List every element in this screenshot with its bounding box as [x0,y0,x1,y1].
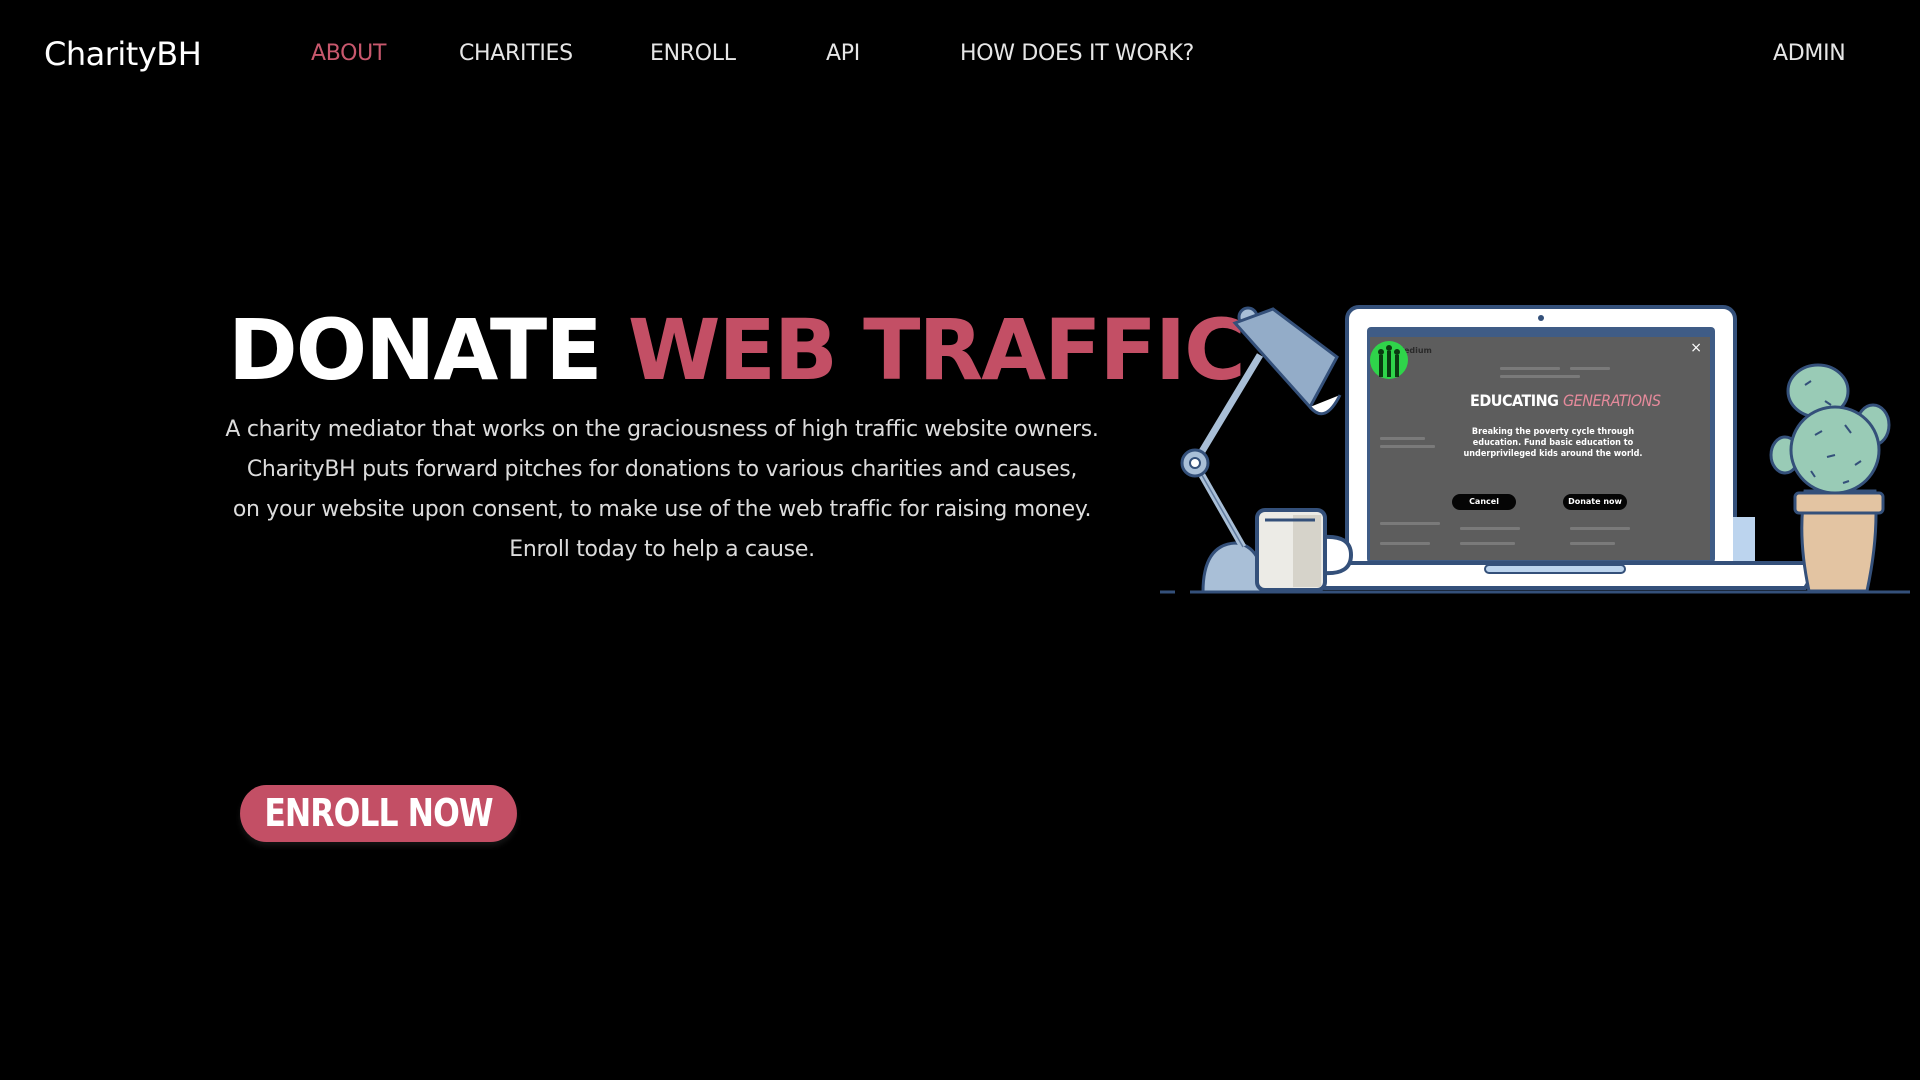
nav-link-how-it-works[interactable]: HOW DOES IT WORK? [960,40,1194,68]
popup-title-generations: GENERATIONS [1562,391,1661,410]
cactus-plant-icon [1769,363,1891,593]
nav-link-enroll[interactable]: ENROLL [650,40,736,68]
hero-illustration: Medium × EDUCATING GENERATIONS Breaking … [1155,295,1920,605]
description-line: on your website upon consent, to make us… [232,497,1092,522]
popup-cancel-button: Cancel [1452,494,1516,510]
headline-donate: DONATE [228,301,603,399]
nav-link-about[interactable]: ABOUT [311,40,386,68]
laptop-screen: Medium × EDUCATING GENERATIONS Breaking … [1370,337,1710,560]
enroll-now-button[interactable]: ENROLL NOW [240,785,517,842]
headline-web-traffic: WEB TRAFFIC [627,301,1246,399]
description-line: A charity mediator that works on the gra… [225,417,1099,442]
brand-logo[interactable]: CharityBH [44,34,202,74]
popup-title-educating: EDUCATING [1470,391,1559,410]
nav-link-admin[interactable]: ADMIN [1773,40,1846,68]
top-nav: CharityBH ABOUT CHARITIES ENROLL API HOW… [0,0,1920,110]
raised-hands-icon [1370,341,1408,379]
description-line: Enroll today to help a cause. [509,537,815,562]
close-icon: × [1690,340,1702,356]
nav-link-api[interactable]: API [826,40,860,68]
nav-link-charities[interactable]: CHARITIES [459,40,573,68]
popup-donate-button: Donate now [1563,494,1627,510]
site-name-label: Medium [1396,346,1432,355]
hero-description: A charity mediator that works on the gra… [210,410,1114,570]
popup-text: Breaking the poverty cycle through educa… [1463,427,1643,459]
description-line: CharityBH puts forward pitches for donat… [246,457,1078,482]
hero-headline: DONATE WEB TRAFFIC [228,300,1246,400]
popup-title: EDUCATING GENERATIONS [1470,392,1661,410]
